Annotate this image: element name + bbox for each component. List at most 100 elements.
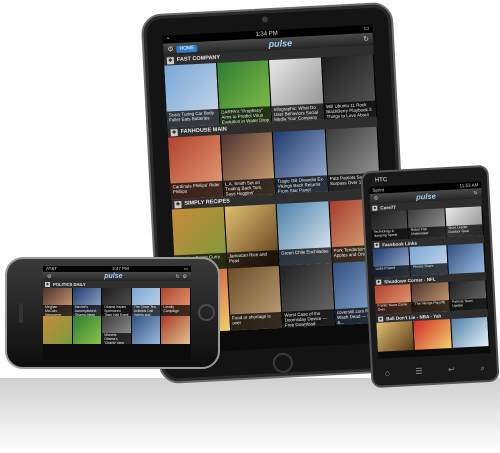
- story-tile[interactable]: [72, 316, 103, 344]
- story-headline: DARPA's "Prophecy" Aims to Predict Virus…: [219, 106, 272, 125]
- source-icon: ◆: [45, 282, 50, 287]
- hardware-keys: ⌂ ☰ ↩ ⌕: [385, 363, 485, 378]
- story-tile[interactable]: [161, 316, 191, 344]
- story-headline: Worst Case of the Doomsday Device — Free…: [282, 309, 335, 328]
- story-row: Meghan McCain: Newcomer SeekMaxine's Acc…: [43, 288, 191, 316]
- speaker-grille: [19, 303, 23, 323]
- story-headline: The Vikings Playoffs: [412, 300, 450, 313]
- story-tile[interactable]: L.A. Smith Set on Trading Back Tom, Says…: [220, 132, 277, 197]
- status-time: 3:47 PM: [112, 266, 129, 271]
- status-time: 1:34 PM: [255, 30, 278, 38]
- story-headline: Tragic Gill Divandio Ex-Vikings Back Ret…: [275, 175, 328, 194]
- story-tile[interactable]: Frantic News Game Over: [374, 283, 414, 315]
- home-icon[interactable]: ⌂: [385, 368, 390, 378]
- iphone-device: AT&T 3:47 PM ▭ ⚙ pulse ↻ ⚙ ◆ POLITICS DAI…: [5, 257, 220, 369]
- menu-icon[interactable]: ☰: [415, 367, 423, 377]
- story-headline: Scary Turing Car Body Fuller Eats Batter…: [166, 108, 219, 128]
- story-tile[interactable]: Obama Issues Sponsored Town Hall Event: [102, 288, 132, 316]
- section-header[interactable]: ◆ POLITICS DAILY: [43, 281, 191, 288]
- source-icon: ◆: [374, 242, 380, 248]
- feed-section: ◆ Shutdown Corner - NFL Frantic News Game …: [373, 272, 488, 315]
- story-tile[interactable]: [376, 320, 416, 352]
- android-device: HTC Sprint 11:53 AM ⚙ pulse ↻ ◆ Core77 Tec…: [360, 164, 500, 389]
- refresh-icon[interactable]: ↻: [363, 35, 369, 43]
- story-headline: Frantic News Game Over: [375, 301, 413, 315]
- story-tile[interactable]: Green Chile Enchiladas: [276, 201, 333, 266]
- section-title: FANHOUSE MAIN: [180, 126, 227, 135]
- story-tile[interactable]: Will Ubuntu 11 Rock BlackBerry Playbook …: [321, 54, 378, 120]
- story-tile[interactable]: Infographic: What Do User Behaviors Soci…: [269, 57, 325, 123]
- story-row: Michelle Obama's 'Charity' Idea: [43, 316, 191, 344]
- story-tile[interactable]: Tragic Gill Divandio Ex-Vikings Back Ret…: [272, 129, 329, 194]
- source-icon: ◆: [372, 205, 378, 211]
- story-row: Scary Turing Car Body Fuller Eats Batter…: [164, 54, 378, 128]
- carrier-label: Sprint: [372, 187, 385, 193]
- story-headline: Cardinals Phillips' Rider Phillips: [170, 180, 223, 200]
- story-headline: Robot Fish Underwater: [408, 226, 446, 240]
- story-headline: Michelle Obama's 'Charity' Idea: [102, 333, 131, 344]
- story-tile[interactable]: Michelle Obama's 'Charity' Idea: [102, 316, 132, 344]
- feed-section: ◆ FAST COMPANY Scary Turing Car Body Fulle…: [163, 44, 378, 128]
- refresh-icon[interactable]: ↻: [473, 190, 478, 196]
- story-tile[interactable]: Links Posted: [372, 247, 412, 278]
- story-tile[interactable]: [131, 316, 162, 344]
- gear-icon[interactable]: ⚙: [47, 274, 51, 280]
- home-button[interactable]: HOME: [176, 44, 198, 53]
- story-headline: Meghan McCain: Newcomer Seek: [43, 305, 72, 316]
- story-tile[interactable]: [413, 318, 453, 350]
- story-headline: Locally Campaign: [161, 305, 190, 316]
- story-tile[interactable]: Photos Share: [409, 245, 449, 276]
- story-tile[interactable]: The Vikings Playoffs: [411, 282, 451, 313]
- home-hardware-button[interactable]: [272, 352, 294, 374]
- story-tile[interactable]: [450, 317, 490, 348]
- story-tile[interactable]: [447, 243, 486, 275]
- story-row: Technology & Jumping Sports Robot Fish Un…: [370, 206, 484, 241]
- carrier-label: AT&T: [46, 266, 58, 271]
- section-title: POLITICS DAILY: [53, 282, 86, 287]
- floor-reflection: [0, 378, 500, 453]
- home-hardware-button[interactable]: [198, 304, 215, 321]
- story-headline: Infographic: What Do User Behaviors Soci…: [271, 103, 324, 123]
- story-headline: L.A. Smith Set on Trading Back Tom, Says…: [222, 178, 276, 197]
- pulse-logo: pulse: [415, 191, 436, 202]
- story-headline: Patriots Team Update: [449, 298, 487, 311]
- iphone-screen: AT&T 3:47 PM ▭ ⚙ pulse ↻ ⚙ ◆ POLITICS DAI…: [43, 266, 191, 360]
- section-title: Core77: [380, 204, 397, 211]
- story-headline: Photos Share: [410, 263, 448, 276]
- story-tile[interactable]: Meghan McCain: Newcomer Seek: [43, 288, 73, 316]
- story-tile[interactable]: Scary Turing Car Body Fuller Eats Batter…: [164, 62, 220, 128]
- search-icon[interactable]: ⌕: [480, 363, 485, 373]
- story-tile[interactable]: Worst Case of the Doomsday Device — Free…: [279, 263, 336, 328]
- battery-icon: ▭: [183, 266, 188, 271]
- feed-section: Michelle Obama's 'Charity' Idea: [43, 316, 191, 344]
- story-row: Frantic News Game Over The Vikings Playof…: [374, 280, 488, 315]
- gear-icon[interactable]: ⚙: [167, 45, 174, 53]
- story-tile[interactable]: Food or shortage is over: [227, 265, 284, 331]
- story-tile[interactable]: Technology & Jumping Sports: [370, 210, 410, 241]
- story-tile[interactable]: Maxine's Accomplished: Obama Ideas: [72, 288, 103, 316]
- story-tile[interactable]: Patriots Team Update: [448, 280, 488, 311]
- story-tile[interactable]: Robot Fish Underwater: [407, 208, 447, 240]
- source-icon: ◆: [174, 200, 182, 208]
- story-tile[interactable]: [43, 316, 73, 344]
- story-headline: The Circle Tea Activists Call Inches and…: [131, 305, 161, 316]
- story-headline: Food or shortage is over: [229, 311, 283, 331]
- story-tile[interactable]: The Circle Tea Activists Call Inches and…: [131, 288, 162, 316]
- back-icon[interactable]: ↩: [448, 365, 455, 375]
- story-headline: Obama Issues Sponsored Town Hall Event: [102, 305, 131, 316]
- source-icon: ◆: [166, 56, 175, 65]
- story-tile[interactable]: Jamaican Rice and Peas: [224, 203, 280, 269]
- camera-icon: [261, 16, 269, 23]
- story-tile[interactable]: DARPA's "Prophecy" Aims to Predict Virus…: [216, 60, 273, 125]
- story-tile[interactable]: Shoe Leader Outdoor Gear: [445, 206, 484, 238]
- story-tile[interactable]: Locally Campaign: [161, 288, 191, 316]
- refresh-icon[interactable]: ↻: [175, 274, 179, 280]
- feed-section: ◆ Ball Don't Lie - NBA - Yah: [375, 309, 490, 352]
- gear-icon[interactable]: ⚙: [374, 196, 379, 202]
- story-tile[interactable]: Cardinals Phillips' Rider Phillips: [167, 134, 224, 200]
- story-row: Links Posted Photos Share: [372, 243, 486, 278]
- settings-icon[interactable]: ⚙: [183, 274, 187, 280]
- story-row: [376, 317, 490, 352]
- pulse-logo: pulse: [268, 37, 293, 50]
- feed-section: ◆ FANHOUSE MAIN Cardinals Phillips' Rider …: [167, 116, 381, 200]
